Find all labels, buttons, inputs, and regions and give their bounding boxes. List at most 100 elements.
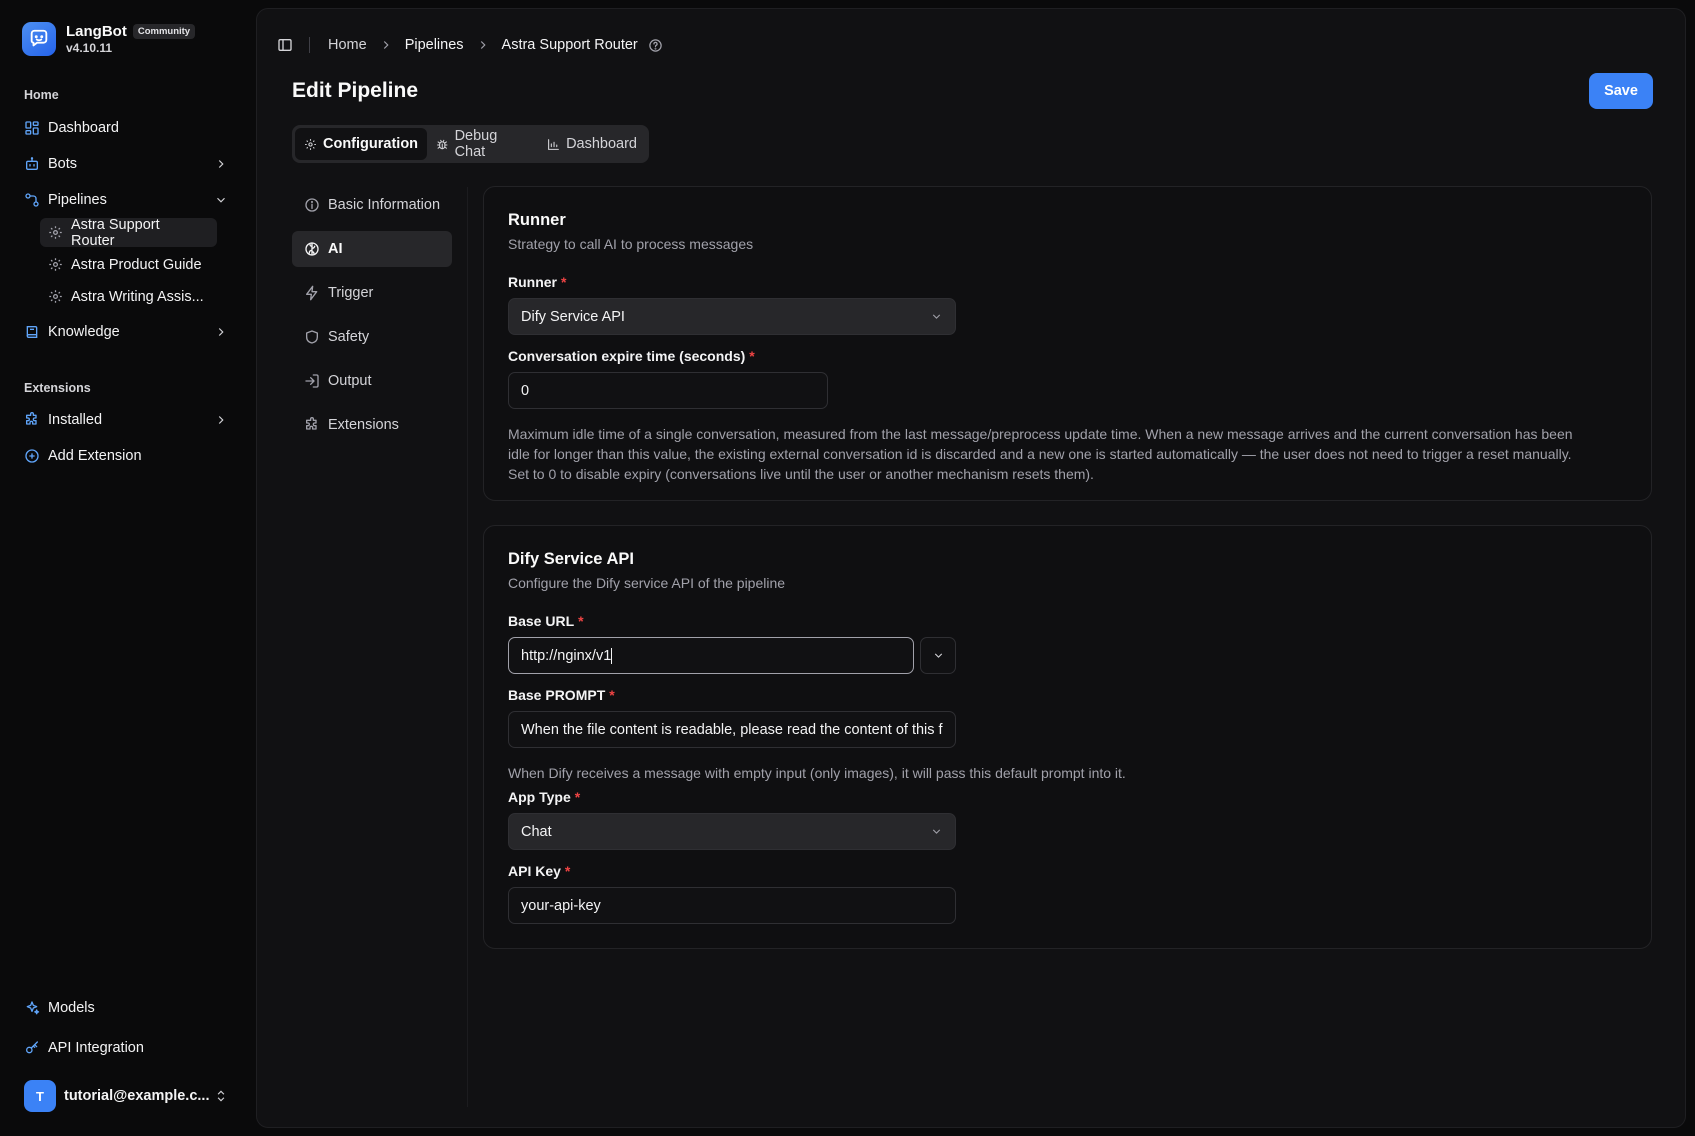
bot-icon — [26, 157, 38, 170]
required-marker: * — [578, 613, 584, 629]
subnav-label: Basic Information — [328, 197, 441, 213]
required-marker: * — [574, 789, 581, 805]
book-icon — [26, 326, 38, 338]
chevron-down-icon — [932, 829, 941, 834]
output-icon — [305, 374, 319, 388]
gear-icon — [305, 138, 316, 150]
breadcrumb-current: Astra Support Router — [501, 37, 638, 53]
subnav-safety[interactable]: Safety — [292, 319, 452, 355]
sidebar-item-label: Bots — [48, 156, 78, 172]
gear-icon — [49, 290, 62, 303]
subnav-label: Output — [328, 373, 372, 389]
card-title: Dify Service API — [508, 550, 634, 568]
subnav-basic-information[interactable]: Basic Information — [292, 187, 452, 223]
chevron-right-icon — [383, 41, 389, 49]
chevron-right-icon — [218, 416, 224, 424]
help-circle-icon[interactable] — [648, 38, 663, 53]
sidebar-item-installed[interactable]: Installed — [16, 404, 238, 436]
key-icon — [26, 1041, 38, 1054]
gear-icon — [49, 226, 62, 239]
pipeline-name: Astra Product Guide — [71, 256, 202, 273]
subnav-ai[interactable]: AI — [292, 231, 452, 267]
chevrons-up-down-icon — [217, 1090, 225, 1102]
runner-select[interactable]: Dify Service API — [508, 298, 956, 335]
app-type-selected-value: Chat — [521, 823, 552, 840]
runner-card: Runner Strategy to call AI to process me… — [483, 186, 1652, 501]
chevron-right-icon — [218, 328, 224, 336]
langbot-logo-icon — [22, 22, 56, 56]
tab-dashboard[interactable]: Dashboard — [538, 128, 646, 160]
base-url-label: Base URL * — [508, 613, 584, 629]
tab-configuration[interactable]: Configuration — [295, 128, 428, 160]
chevron-down-icon — [932, 314, 941, 319]
page-title: Edit Pipeline — [292, 79, 419, 102]
app-type-select[interactable]: Chat — [508, 813, 956, 850]
tab-debug-chat[interactable]: Debug Chat — [427, 128, 538, 160]
subnav-label: Trigger — [328, 285, 374, 301]
subnav-label: AI — [328, 241, 343, 257]
api-key-label: API Key * — [508, 863, 571, 879]
chevron-right-icon — [480, 41, 486, 49]
edition-badge: Community — [132, 24, 196, 39]
subnav-label: Safety — [328, 329, 370, 345]
expire-time-help: Maximum idle time of a single conversati… — [508, 426, 1573, 482]
layout-grid-icon — [25, 121, 39, 135]
user-email: tutorial@example.c... — [64, 1088, 210, 1104]
save-button[interactable]: Save — [1589, 73, 1653, 109]
sidebar-item-knowledge[interactable]: Knowledge — [16, 316, 238, 348]
chevron-right-icon — [218, 160, 224, 168]
base-url-input[interactable]: http://nginx/v1 — [508, 637, 914, 674]
shield-icon — [306, 330, 318, 344]
runner-selected-value: Dify Service API — [521, 308, 625, 325]
app-name: LangBot — [66, 23, 127, 40]
bug-icon — [437, 139, 448, 149]
breadcrumb-home[interactable]: Home — [328, 37, 367, 53]
api-key-input[interactable]: your-api-key — [508, 887, 956, 924]
base-url-dropdown-button[interactable] — [920, 637, 956, 674]
section-label-extensions: Extensions — [24, 381, 91, 395]
base-prompt-help: When Dify receives a message with empty … — [508, 765, 1126, 781]
sidebar-item-models[interactable]: Models — [16, 992, 238, 1024]
app-version: v4.10.11 — [66, 41, 113, 55]
user-menu[interactable]: T tutorial@example.c... — [16, 1078, 238, 1114]
sidebar-item-dashboard[interactable]: Dashboard — [16, 112, 238, 144]
required-marker: * — [564, 863, 571, 879]
subnav-divider — [467, 187, 468, 1107]
chevron-down-icon — [934, 653, 942, 658]
breadcrumb-pipelines[interactable]: Pipelines — [405, 37, 464, 53]
plus-circle-icon — [25, 449, 39, 463]
expire-time-input[interactable]: 0 — [508, 372, 828, 409]
tab-label: Configuration — [323, 136, 419, 152]
sidebar-item-label: Knowledge — [48, 324, 120, 340]
sidebar-item-bots[interactable]: Bots — [16, 148, 238, 180]
workflow-icon — [25, 193, 39, 207]
required-marker: * — [749, 348, 755, 364]
sidebar-item-pipelines[interactable]: Pipelines — [16, 184, 238, 216]
zap-icon — [306, 285, 318, 301]
required-marker: * — [609, 687, 615, 703]
bar-chart-icon — [548, 138, 559, 150]
sidebar-item-label: Models — [48, 1000, 95, 1016]
puzzle-icon — [26, 412, 37, 425]
sparkles-icon — [26, 1001, 40, 1015]
sidebar-toggle-icon[interactable] — [277, 37, 293, 53]
brand[interactable]: LangBot Community v4.10.11 — [22, 22, 196, 56]
runner-label: Runner * — [508, 274, 567, 290]
subnav-trigger[interactable]: Trigger — [292, 275, 452, 311]
sidebar-item-label: Dashboard — [48, 120, 119, 136]
sidebar-item-label: API Integration — [48, 1040, 144, 1056]
tab-list: Configuration Debug Chat Dashboard — [292, 125, 649, 163]
pipeline-name: Astra Writing Assis... — [71, 288, 204, 305]
sidebar-subitem-pipeline[interactable]: Astra Support Router — [40, 217, 217, 249]
sidebar-subitem-pipeline[interactable]: Astra Product Guide — [40, 250, 212, 279]
chevron-down-icon — [217, 197, 225, 203]
gear-icon — [49, 258, 62, 271]
sidebar-item-api-integration[interactable]: API Integration — [16, 1032, 238, 1064]
subnav-extensions[interactable]: Extensions — [292, 407, 452, 443]
subnav-output[interactable]: Output — [292, 363, 452, 399]
puzzle-icon — [306, 417, 317, 430]
sidebar-item-add-extension[interactable]: Add Extension — [16, 440, 238, 472]
base-prompt-input[interactable]: When the file content is readable, pleas… — [508, 711, 956, 748]
avatar: T — [24, 1080, 56, 1112]
sidebar-subitem-pipeline[interactable]: Astra Writing Assis... — [40, 282, 214, 311]
